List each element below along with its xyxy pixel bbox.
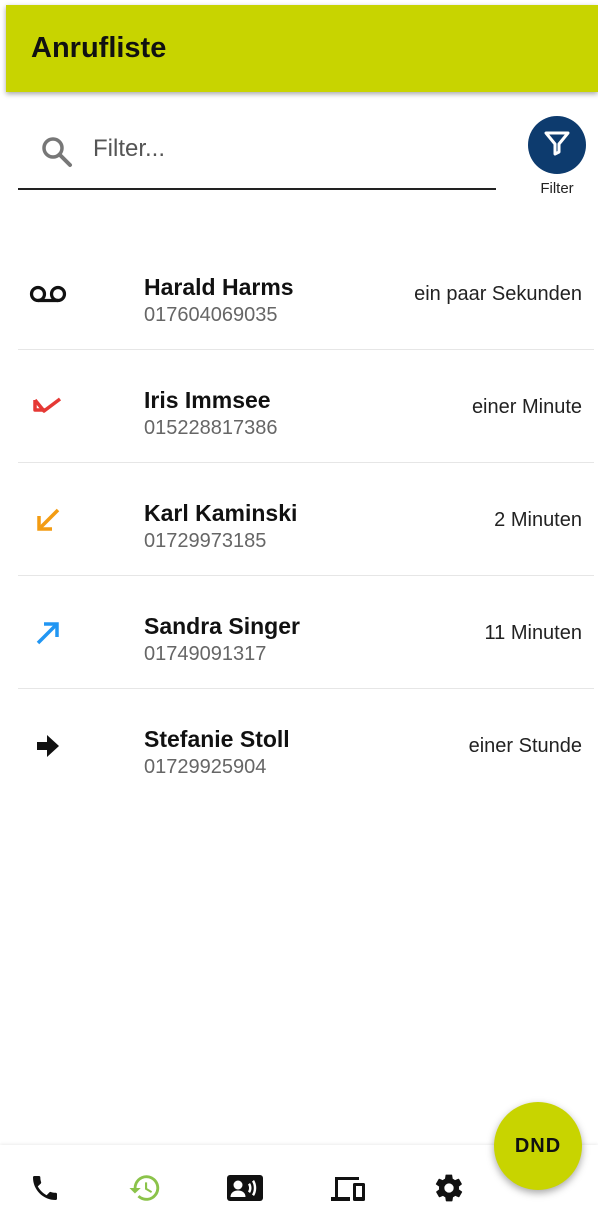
caller-name: Iris Immsee bbox=[144, 387, 271, 413]
caller-name: Karl Kaminski bbox=[144, 500, 298, 526]
search-bar bbox=[18, 120, 496, 190]
call-list-item[interactable]: Stefanie Stoll 01729925904 einer Stunde bbox=[18, 689, 594, 802]
call-time: einer Stunde bbox=[468, 735, 582, 757]
call-time: einer Minute bbox=[471, 396, 582, 418]
caller-number: 01729973185 bbox=[144, 530, 267, 552]
app-bar: Anrufliste bbox=[6, 5, 598, 92]
caller-name: Stefanie Stoll bbox=[144, 726, 290, 752]
contacts-icon[interactable] bbox=[226, 1171, 264, 1205]
devices-icon[interactable] bbox=[330, 1171, 368, 1205]
settings-icon[interactable] bbox=[430, 1171, 468, 1205]
incoming-call-icon bbox=[28, 505, 68, 535]
missed-call-icon bbox=[28, 392, 68, 422]
page-title: Anrufliste bbox=[31, 32, 167, 64]
search-icon bbox=[40, 135, 74, 169]
call-list-item[interactable]: Sandra Singer 01749091317 11 Minuten bbox=[18, 576, 594, 689]
filter-button[interactable] bbox=[528, 116, 586, 174]
dnd-button[interactable]: DND bbox=[494, 1102, 582, 1190]
history-icon[interactable] bbox=[126, 1171, 164, 1205]
filter-icon bbox=[542, 128, 572, 163]
call-list-item[interactable]: Iris Immsee 015228817386 einer Minute bbox=[18, 350, 594, 463]
search-input[interactable] bbox=[93, 128, 488, 170]
call-time: ein paar Sekunden bbox=[414, 283, 582, 305]
call-time: 2 Minuten bbox=[494, 509, 582, 531]
caller-number: 017604069035 bbox=[144, 304, 278, 326]
caller-number: 015228817386 bbox=[144, 417, 278, 439]
call-time: 11 Minuten bbox=[484, 622, 582, 644]
filter-label: Filter bbox=[540, 180, 574, 197]
call-list: Harald Harms 017604069035 ein paar Sekun… bbox=[18, 237, 594, 802]
outgoing-call-icon bbox=[28, 618, 68, 648]
voicemail-icon bbox=[28, 279, 68, 309]
caller-number: 01729925904 bbox=[144, 756, 267, 778]
forwarded-call-icon bbox=[28, 731, 68, 761]
caller-name: Harald Harms bbox=[144, 274, 294, 300]
call-list-item[interactable]: Harald Harms 017604069035 ein paar Sekun… bbox=[18, 237, 594, 350]
phone-icon[interactable] bbox=[26, 1171, 64, 1205]
caller-name: Sandra Singer bbox=[144, 613, 300, 639]
call-list-item[interactable]: Karl Kaminski 01729973185 2 Minuten bbox=[18, 463, 594, 576]
caller-number: 01749091317 bbox=[144, 643, 267, 665]
